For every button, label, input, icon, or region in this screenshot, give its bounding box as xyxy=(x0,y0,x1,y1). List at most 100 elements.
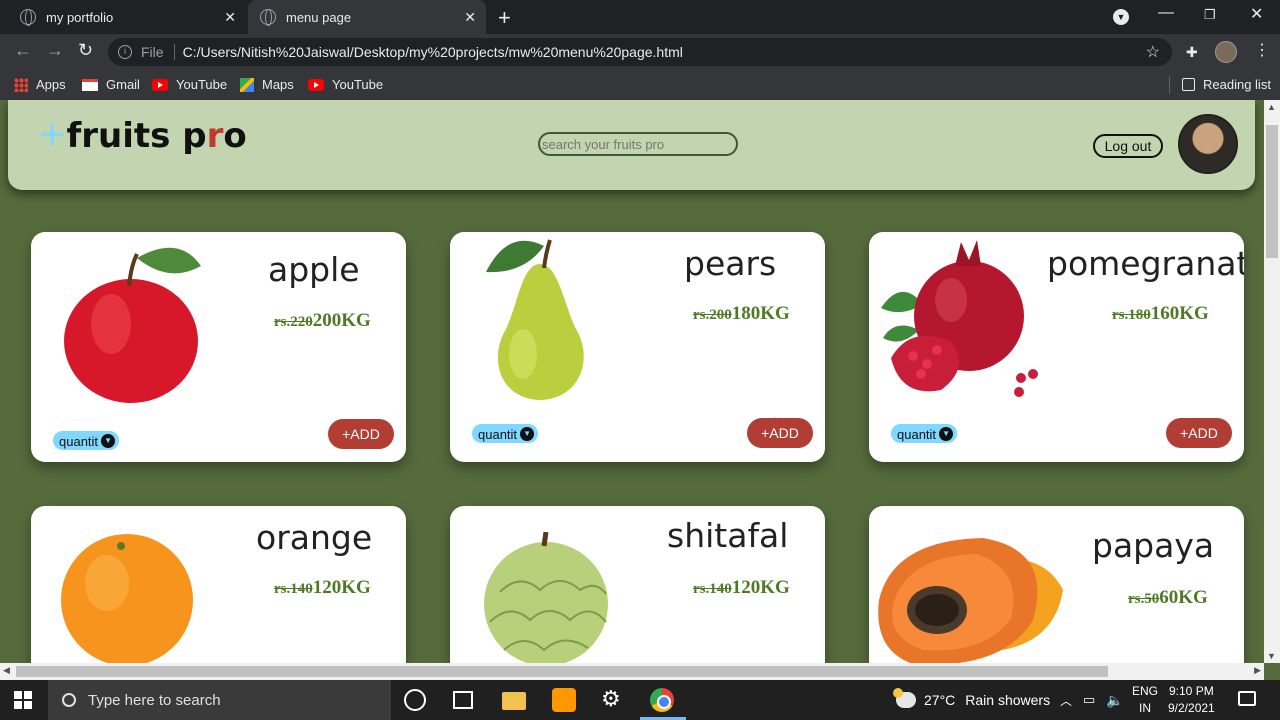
youtube-icon xyxy=(308,78,324,91)
chevron-down-icon: ▼ xyxy=(101,434,116,448)
product-name: pomegranate xyxy=(1047,244,1244,283)
settings-gear-icon[interactable]: ⚙ xyxy=(601,686,625,711)
logout-button[interactable]: Log out xyxy=(1093,134,1163,158)
minimize-icon[interactable]: — xyxy=(1158,4,1174,22)
vertical-scroll-thumb[interactable] xyxy=(1266,125,1278,258)
old-price: rs.180 xyxy=(1112,307,1151,323)
new-price: 180KG xyxy=(731,303,790,324)
product-card-pomegranate: pomegranate rs.180160KG quantit▼ +ADD xyxy=(869,232,1244,462)
file-explorer-icon[interactable] xyxy=(502,692,526,710)
horizontal-scrollbar[interactable]: ◀ ▶ xyxy=(0,663,1264,680)
fruit-search-input[interactable] xyxy=(538,132,738,156)
bookmark-youtube[interactable]: YouTube xyxy=(152,77,227,92)
address-bar[interactable]: i File C:/Users/Nitish%20Jaiswal/Desktop… xyxy=(108,38,1172,66)
notifications-icon[interactable] xyxy=(1238,691,1256,706)
apps-grid-icon xyxy=(14,77,28,92)
logo-text-end: o xyxy=(223,116,247,156)
logo-plus: + xyxy=(38,114,67,154)
tab-title: menu page xyxy=(286,9,352,25)
divider xyxy=(173,44,175,60)
volume-icon[interactable]: 🔈 xyxy=(1106,680,1123,720)
lang-line2: IN xyxy=(1139,701,1151,715)
tab-title: my portfolio xyxy=(46,9,114,25)
tab-menu-page[interactable]: menu page ✕ xyxy=(248,0,486,34)
scroll-up-arrow-icon[interactable]: ▲ xyxy=(1267,102,1276,112)
site-header: +fruits pro Log out xyxy=(8,100,1255,190)
bookmark-gmail[interactable]: Gmail xyxy=(82,77,140,92)
bookmark-maps[interactable]: Maps xyxy=(240,77,294,92)
bookmark-youtube-2[interactable]: YouTube xyxy=(308,77,383,92)
weather-widget[interactable]: 27°C Rain showers xyxy=(893,680,1051,720)
weather-temp: 27°C xyxy=(924,692,956,708)
old-price: rs.50 xyxy=(1128,591,1160,607)
pear-image xyxy=(486,239,584,400)
bookmark-label: YouTube xyxy=(176,77,228,92)
close-window-icon[interactable]: ✕ xyxy=(1250,4,1263,24)
system-clock[interactable]: 9:10 PM 9/2/2021 xyxy=(1168,683,1215,717)
info-icon[interactable]: i xyxy=(118,45,132,59)
weather-desc: Rain showers xyxy=(965,692,1051,708)
horizontal-scroll-thumb[interactable] xyxy=(16,666,1108,677)
gmail-icon xyxy=(82,78,98,91)
product-price: rs.140120KG xyxy=(693,577,790,599)
product-name: pears xyxy=(684,244,777,283)
logo-text: fruits p xyxy=(66,116,207,156)
close-tab-icon[interactable]: ✕ xyxy=(464,9,476,26)
papaya-image xyxy=(878,538,1063,663)
quantity-select[interactable]: quantit ▼ xyxy=(891,424,958,443)
quantity-label: quantit xyxy=(478,426,518,442)
browser-toolbar: ← → ↻ i File C:/Users/Nitish%20Jaiswal/D… xyxy=(0,34,1280,70)
forward-arrow-icon[interactable]: → xyxy=(46,40,64,61)
scroll-down-arrow-icon[interactable]: ▼ xyxy=(1267,651,1276,661)
network-icon[interactable]: ▭ xyxy=(1083,680,1095,720)
new-tab-icon[interactable]: + xyxy=(498,5,511,31)
new-price: 60KG xyxy=(1159,587,1208,608)
reload-icon[interactable]: ↻ xyxy=(78,40,93,61)
url-text[interactable]: C:/Users/Nitish%20Jaiswal/Desktop/my%20p… xyxy=(183,44,683,60)
scroll-right-arrow-icon[interactable]: ▶ xyxy=(1254,665,1261,676)
tab-my-portfolio[interactable]: my portfolio ✕ xyxy=(8,0,246,34)
bookmark-apps[interactable]: Apps xyxy=(14,77,66,92)
sublime-text-icon[interactable] xyxy=(552,688,576,712)
site-logo[interactable]: +fruits pro xyxy=(38,114,247,156)
taskbar-search-box[interactable]: Type here to search xyxy=(48,680,391,720)
menu-kebab-icon[interactable]: ⋮ xyxy=(1254,40,1270,60)
scroll-left-arrow-icon[interactable]: ◀ xyxy=(3,665,10,676)
close-tab-icon[interactable]: ✕ xyxy=(224,9,236,26)
chrome-icon[interactable] xyxy=(650,688,674,712)
product-name: orange xyxy=(256,518,373,557)
cortana-icon[interactable] xyxy=(404,689,426,711)
product-price: rs.200180KG xyxy=(693,303,790,325)
scheme-label: File xyxy=(141,44,164,60)
task-view-icon[interactable] xyxy=(453,691,473,709)
tab-search-icon[interactable]: ▼ xyxy=(1113,9,1129,25)
quantity-label: quantit xyxy=(897,426,937,442)
chevron-up-icon[interactable]: ︿ xyxy=(1060,680,1072,720)
add-to-cart-button[interactable]: +ADD xyxy=(1166,418,1232,448)
quantity-select[interactable]: quantit ▼ xyxy=(53,431,120,450)
custard-apple-image xyxy=(484,532,608,663)
bookmarks-bar: Apps Gmail YouTube Maps YouTube Reading … xyxy=(0,70,1280,100)
product-card-pears: pears rs.200180KG quantit ▼ +ADD xyxy=(450,232,825,462)
bookmark-star-icon[interactable]: ☆ xyxy=(1146,42,1160,62)
quantity-select[interactable]: quantit ▼ xyxy=(472,424,539,443)
new-price: 160KG xyxy=(1150,303,1209,324)
product-price: rs.220200KG xyxy=(274,310,371,332)
extensions-puzzle-icon[interactable]: ✚ xyxy=(1186,44,1198,61)
add-to-cart-button[interactable]: +ADD xyxy=(328,419,394,449)
language-indicator[interactable]: ENG IN xyxy=(1132,683,1158,717)
product-name: papaya xyxy=(1092,526,1215,565)
user-avatar[interactable] xyxy=(1178,114,1238,174)
reading-list-button[interactable]: Reading list xyxy=(1182,77,1271,92)
divider xyxy=(1169,76,1170,94)
back-arrow-icon[interactable]: ← xyxy=(14,40,32,61)
profile-avatar[interactable] xyxy=(1215,41,1237,63)
vertical-scrollbar[interactable]: ▲ ▼ xyxy=(1264,100,1280,663)
product-card-shitafal: shitafal rs.140120KG xyxy=(450,506,825,663)
restore-icon[interactable]: ❐ xyxy=(1204,7,1216,23)
product-price: rs.180160KG xyxy=(1112,303,1209,325)
add-to-cart-button[interactable]: +ADD xyxy=(747,418,813,448)
windows-start-icon[interactable] xyxy=(14,691,32,709)
new-price: 200KG xyxy=(312,310,371,331)
lang-line1: ENG xyxy=(1132,684,1159,698)
